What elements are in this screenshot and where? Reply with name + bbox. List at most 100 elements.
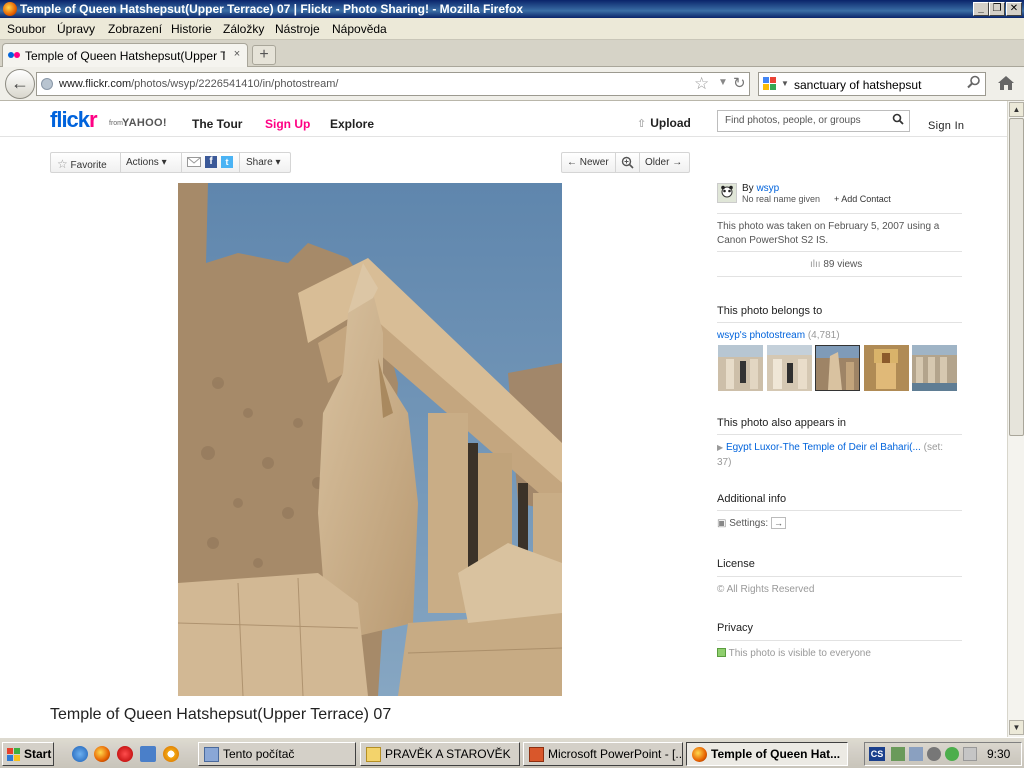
thumbnail[interactable]	[718, 345, 763, 391]
menu-history[interactable]: Historie	[171, 22, 212, 36]
copyright-icon: ©	[717, 584, 725, 595]
owner-avatar[interactable]	[717, 183, 737, 203]
search-go-icon[interactable]	[967, 75, 981, 92]
search-query[interactable]: sanctuary of hatshepsut	[794, 78, 921, 92]
tab-flickr[interactable]: Temple of Queen Hatshepsut(Upper Terrace…	[2, 43, 248, 67]
facebook-icon[interactable]: f	[205, 156, 217, 168]
maximize-button[interactable]: ❐	[989, 2, 1005, 16]
scroll-down-arrow[interactable]: ▼	[1009, 720, 1024, 735]
divider	[717, 576, 962, 577]
main-photo[interactable]	[178, 183, 562, 696]
set-link[interactable]: Egypt Luxor-The Temple of Deir el Bahari…	[726, 442, 921, 453]
toolbar-divider	[615, 153, 616, 172]
search-bar[interactable]: ▼ sanctuary of hatshepsut	[758, 72, 986, 96]
scroll-thumb[interactable]	[1009, 118, 1024, 436]
email-icon[interactable]	[187, 156, 201, 171]
network-icon[interactable]	[891, 747, 905, 761]
older-button[interactable]: Older →	[645, 157, 682, 168]
internet-explorer-icon[interactable]	[72, 746, 88, 762]
yahoo-logo: YAHOO!	[122, 117, 167, 129]
close-button[interactable]: ✕	[1006, 2, 1022, 16]
url-dropdown-icon[interactable]: ▼	[718, 77, 728, 88]
taken-info-line1: This photo was taken on February 5, 2007…	[717, 221, 940, 232]
toolbar-divider	[181, 153, 182, 172]
sign-in-link[interactable]: Sign In	[928, 120, 964, 132]
star-icon: ☆	[57, 157, 68, 171]
disclosure-triangle-icon[interactable]: ▶	[717, 443, 723, 452]
language-indicator[interactable]: CS	[869, 747, 885, 761]
engine-dropdown-icon[interactable]: ▼	[781, 79, 789, 88]
share-menu-button[interactable]: Share ▾	[246, 157, 280, 168]
divider	[717, 640, 962, 641]
menu-edit[interactable]: Úpravy	[57, 22, 95, 36]
belongs-heading: This photo belongs to	[717, 305, 823, 317]
menu-view[interactable]: Zobrazení	[108, 22, 162, 36]
home-icon[interactable]	[996, 73, 1016, 93]
task-folder[interactable]: PRAVĚK A STAROVĚK	[360, 742, 520, 766]
volume-icon[interactable]	[927, 747, 941, 761]
divider	[717, 213, 962, 214]
actions-menu-button[interactable]: Actions ▾	[126, 157, 167, 168]
vertical-scrollbar[interactable]: ▲ ▼	[1007, 101, 1024, 737]
flickr-logo[interactable]: flickr	[50, 107, 98, 133]
reload-icon[interactable]: ↻	[733, 74, 746, 92]
page-content: flickr from YAHOO! The Tour Sign Up Expl…	[0, 101, 1007, 737]
bookmark-star-icon[interactable]: ☆	[694, 74, 709, 94]
menu-help[interactable]: Nápověda	[332, 22, 387, 36]
thumbnail-current[interactable]	[815, 345, 860, 391]
battery-icon[interactable]	[963, 747, 977, 761]
zoom-icon[interactable]	[621, 156, 634, 172]
privacy-row: This photo is visible to everyone	[717, 648, 871, 659]
security-icon[interactable]	[945, 747, 959, 761]
task-firefox[interactable]: Temple of Queen Hat...	[686, 742, 848, 766]
start-label: Start	[24, 747, 52, 761]
privacy-heading: Privacy	[717, 622, 754, 634]
url-text[interactable]: www.flickr.com/photos/wsyp/2226541410/in…	[59, 78, 338, 90]
flickr-header: flickr from YAHOO! The Tour Sign Up Expl…	[0, 101, 1007, 137]
upload-link[interactable]: ⇧ Upload	[637, 116, 691, 130]
firefox-quicklaunch-icon[interactable]	[94, 746, 110, 762]
toolbar-divider	[239, 153, 240, 172]
media-player-icon[interactable]	[163, 746, 179, 762]
set-count: 37)	[717, 457, 732, 468]
minimize-button[interactable]: _	[973, 2, 989, 16]
start-button[interactable]: Start	[2, 742, 54, 766]
nav-the-tour[interactable]: The Tour	[192, 117, 242, 131]
upload-label: Upload	[650, 116, 691, 130]
back-button[interactable]: ←	[5, 69, 35, 99]
menu-file[interactable]: Soubor	[7, 22, 46, 36]
menu-tools[interactable]: Nástroje	[275, 22, 320, 36]
url-bar[interactable]: www.flickr.com/photos/wsyp/2226541410/in…	[36, 72, 750, 96]
task-powerpoint[interactable]: Microsoft PowerPoint - [...	[523, 742, 683, 766]
twitter-icon[interactable]: t	[221, 156, 233, 168]
thumbnail[interactable]	[767, 345, 812, 391]
site-identity-icon[interactable]	[41, 78, 53, 90]
tab-close-icon[interactable]: ×	[231, 48, 243, 60]
task-my-computer[interactable]: Tento počítač	[198, 742, 356, 766]
nav-explore[interactable]: Explore	[330, 117, 374, 131]
license-text[interactable]: All Rights Reserved	[727, 584, 815, 595]
nav-sign-up[interactable]: Sign Up	[265, 117, 310, 131]
settings-label: Settings:	[729, 518, 769, 529]
add-contact-link[interactable]: + Add Contact	[834, 194, 891, 204]
clock[interactable]: 9:30	[987, 747, 1010, 761]
newer-button[interactable]: ← Newer	[567, 157, 609, 168]
desktop-icon[interactable]	[140, 746, 156, 762]
settings-expand-button[interactable]: →	[770, 517, 786, 529]
tab-label: Temple of Queen Hatshepsut(Upper Terrace…	[25, 49, 225, 63]
display-icon[interactable]	[909, 747, 923, 761]
opera-icon[interactable]	[117, 746, 133, 762]
photostream-count: (4,781)	[807, 330, 840, 341]
owner-link[interactable]: wsyp	[756, 183, 779, 194]
flickr-search-icon[interactable]	[892, 113, 904, 128]
task-label: PRAVĚK A STAROVĚK	[385, 747, 511, 761]
new-tab-button[interactable]: +	[252, 45, 276, 65]
thumbnail[interactable]	[864, 345, 909, 391]
favorite-button[interactable]: ☆ Favorite	[57, 157, 107, 171]
google-icon[interactable]	[763, 77, 777, 91]
menu-bookmarks[interactable]: Záložky	[223, 22, 264, 36]
thumbnail[interactable]	[912, 345, 957, 391]
photostream-link[interactable]: wsyp's photostream	[717, 330, 805, 341]
flickr-search-input[interactable]: Find photos, people, or groups	[717, 110, 910, 132]
scroll-up-arrow[interactable]: ▲	[1009, 102, 1024, 117]
